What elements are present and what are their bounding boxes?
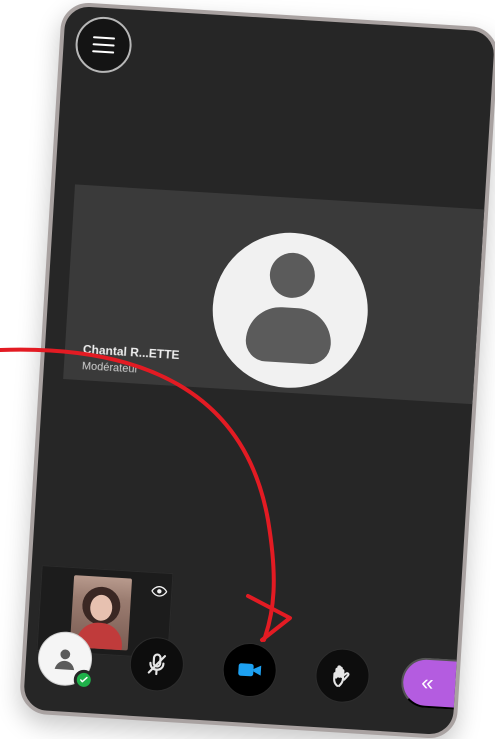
raise-hand-button[interactable]: [313, 647, 372, 705]
screenshot-stage: Chantal R...ETTE Modérateur «: [0, 0, 495, 739]
participant-role: Modérateur: [81, 360, 139, 376]
video-camera-icon: [238, 663, 262, 677]
menu-button[interactable]: [73, 15, 134, 75]
chevron-left-double-icon: «: [420, 669, 435, 696]
camera-toggle-button[interactable]: [221, 641, 279, 699]
status-badge: [73, 669, 95, 691]
mute-toggle-button[interactable]: [128, 635, 186, 693]
menu-icon: [92, 36, 116, 54]
check-icon: [80, 676, 88, 683]
open-drawer-button[interactable]: «: [399, 656, 493, 712]
phone-frame: Chantal R...ETTE Modérateur «: [18, 1, 495, 739]
user-button[interactable]: [36, 630, 95, 691]
user-icon: [54, 649, 75, 671]
participant-video-tile: Chantal R...ETTE Modérateur: [63, 184, 495, 405]
participant-avatar-icon: [208, 228, 373, 393]
call-toolbar: «: [23, 617, 493, 735]
mic-muted-icon: [147, 653, 167, 676]
hand-icon: [333, 665, 350, 688]
eye-icon[interactable]: [151, 583, 168, 600]
participant-name: Chantal R...ETTE: [82, 342, 180, 363]
